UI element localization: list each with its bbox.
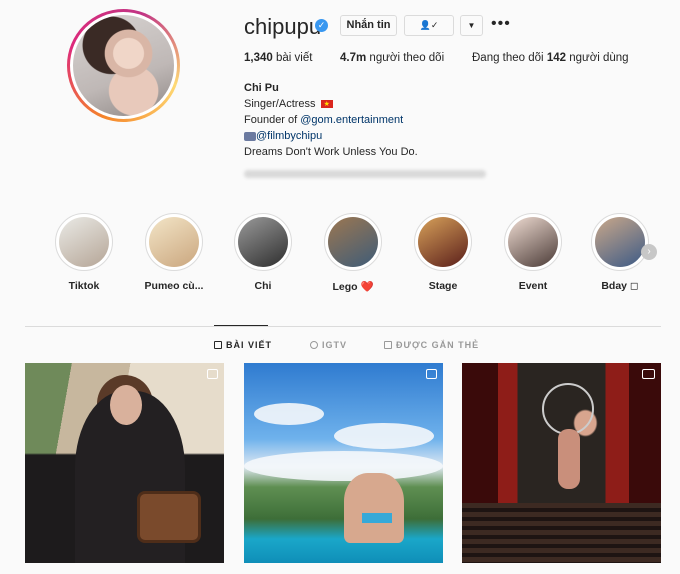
highlight-label: Event	[518, 280, 548, 292]
profile-avatar[interactable]	[67, 9, 180, 122]
more-dots-icon[interactable]: •••	[491, 16, 511, 32]
bio-line-founder: Founder of @gom.entertainment	[244, 112, 418, 128]
stat-followers[interactable]: 4.7m người theo dõi	[340, 52, 444, 64]
bio-link-film[interactable]: @filmbychipu	[256, 130, 322, 142]
tab-posts-label: BÀI VIẾT	[226, 340, 273, 350]
person-check-icon: 👤✓	[419, 20, 439, 30]
stat-posts: 1,340 bài viết	[244, 52, 312, 64]
tab-posts[interactable]: BÀI VIẾT	[214, 340, 272, 350]
highlight-label: Pumeo cù...	[144, 280, 204, 292]
story-highlight[interactable]: Chi	[226, 213, 300, 292]
tab-tagged-label: ĐƯỢC GẮN THẺ	[396, 340, 480, 350]
post-photo-detail	[362, 513, 392, 523]
post-thumbnail[interactable]	[25, 363, 224, 563]
highlight-cover	[149, 217, 199, 267]
bio-occupation-text: Singer/Actress	[244, 98, 316, 110]
avatar-border	[70, 12, 177, 119]
highlight-label: Stage	[428, 280, 458, 292]
highlight-ring	[145, 213, 203, 271]
highlight-label: Lego ❤️	[332, 281, 374, 293]
story-highlight[interactable]: Stage	[406, 213, 480, 292]
highlight-cover	[418, 217, 468, 267]
post-photo-detail	[334, 423, 434, 449]
bio-blurred-line	[244, 170, 486, 178]
suggested-accounts-button[interactable]: ▼	[460, 15, 483, 36]
message-button[interactable]: Nhắn tin	[340, 15, 397, 36]
highlight-ring	[504, 213, 562, 271]
highlight-cover	[59, 217, 109, 267]
tab-tagged[interactable]: ĐƯỢC GẮN THẺ	[384, 340, 479, 350]
followers-count: 4.7m	[340, 52, 367, 64]
camera-icon	[244, 131, 256, 141]
highlight-cover	[508, 217, 558, 267]
bio-name: Chi Pu	[244, 82, 279, 94]
post-photo-detail	[542, 383, 594, 435]
video-icon	[642, 369, 655, 379]
vietnam-flag-icon	[320, 97, 333, 113]
highlight-ring	[591, 213, 649, 271]
highlight-label: Chi	[254, 280, 272, 292]
bio-link-gom[interactable]: @gom.entertainment	[300, 114, 403, 126]
highlight-cover	[238, 217, 288, 267]
grid-icon	[214, 341, 222, 349]
story-highlight[interactable]: Pumeo cù...	[137, 213, 211, 292]
profile-username: chipupu	[244, 14, 322, 39]
tab-igtv-label: IGTV	[322, 340, 348, 350]
chevron-down-icon: ▼	[467, 21, 476, 30]
post-photo-detail	[462, 503, 661, 563]
profile-bio: Chi Pu Singer/Actress Founder of @gom.en…	[244, 80, 418, 160]
bio-line-occupation: Singer/Actress	[244, 96, 418, 113]
tabs-divider	[25, 326, 661, 327]
posts-count: 1,340	[244, 52, 273, 64]
verified-badge-icon: ✓	[315, 19, 328, 32]
posts-label: bài viết	[275, 52, 313, 64]
followers-label: người theo dõi	[369, 52, 445, 64]
post-photo-detail	[244, 451, 443, 481]
highlight-label: Bday ◻	[601, 280, 639, 292]
bio-founder-text: Founder of	[244, 114, 298, 126]
following-prefix: Đang theo dõi	[472, 52, 544, 64]
multi-photo-icon	[426, 369, 437, 379]
post-thumbnail[interactable]	[244, 363, 443, 563]
highlight-ring	[55, 213, 113, 271]
post-thumbnail[interactable]	[462, 363, 661, 563]
highlight-cover	[595, 217, 645, 267]
story-highlight[interactable]: Tiktok	[47, 213, 121, 292]
tab-igtv[interactable]: IGTV	[310, 340, 347, 350]
bio-line-film: @filmbychipu	[244, 128, 418, 144]
avatar-photo	[73, 15, 174, 116]
post-photo-detail	[137, 491, 201, 543]
highlight-ring	[324, 213, 382, 271]
following-count: 142	[546, 52, 567, 64]
highlights-next-arrow-icon[interactable]: ›	[641, 244, 657, 260]
post-photo-detail	[110, 385, 142, 425]
highlight-ring	[234, 213, 292, 271]
post-photo-detail	[558, 429, 580, 489]
story-highlight[interactable]: Event	[496, 213, 570, 292]
highlight-ring	[414, 213, 472, 271]
igtv-icon	[310, 341, 318, 349]
story-highlight[interactable]: Lego ❤️	[316, 213, 390, 293]
stat-following[interactable]: Đang theo dõi 142 người dùng	[472, 52, 629, 64]
post-photo-detail	[254, 403, 324, 425]
highlight-label: Tiktok	[68, 280, 100, 292]
following-label: người dùng	[569, 52, 629, 64]
tab-active-indicator	[214, 325, 268, 326]
tagged-icon	[384, 341, 392, 349]
multi-photo-icon	[207, 369, 218, 379]
following-button[interactable]: 👤✓	[404, 15, 454, 36]
post-photo-detail	[344, 473, 404, 543]
bio-line-quote: Dreams Don't Work Unless You Do.	[244, 146, 418, 158]
highlight-cover	[328, 217, 378, 267]
